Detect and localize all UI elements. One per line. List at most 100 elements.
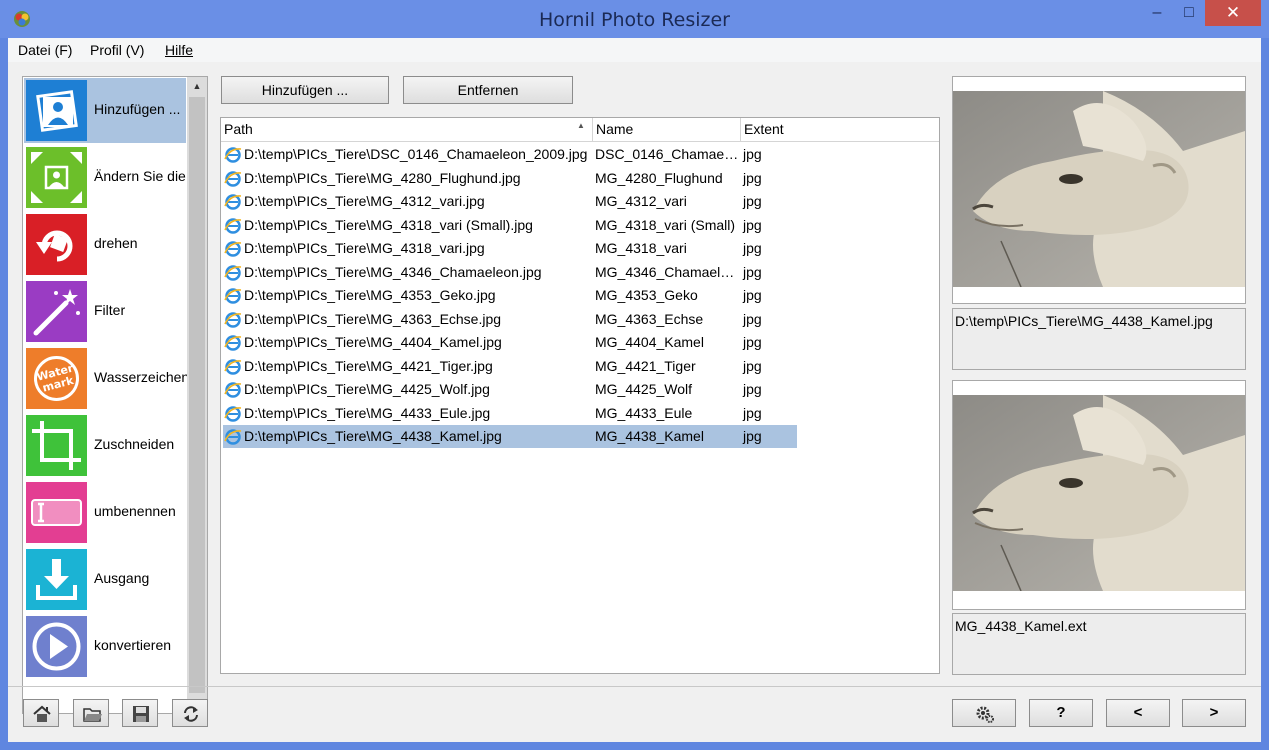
table-row[interactable]: D:\temp\PICs_Tiere\MG_4425_Wolf.jpg MG_44… — [221, 378, 939, 401]
nav-label: drehen — [94, 235, 138, 251]
play-icon — [26, 616, 87, 677]
gears-icon — [976, 706, 994, 723]
image-file-icon — [224, 288, 242, 304]
cell-path: D:\temp\PICs_Tiere\MG_4433_Eule.jpg — [244, 404, 491, 421]
cell-name: MG_4404_Kamel — [595, 334, 704, 350]
cell-path: D:\temp\PICs_Tiere\MG_4438_Kamel.jpg — [244, 428, 502, 444]
image-file-icon — [224, 170, 242, 187]
cell-name: MG_4280_Flughund — [595, 169, 723, 186]
scroll-thumb[interactable] — [189, 97, 205, 693]
menu-hilfe[interactable]: Hilfe — [165, 42, 193, 58]
cell-extent: jpg — [743, 240, 762, 256]
nav-item-rename[interactable]: umbenennen — [24, 480, 186, 545]
list-header: Path ▲ Name Extent — [221, 118, 939, 142]
cell-name: MG_4318_vari (Small) — [595, 216, 736, 233]
cell-name: DSC_0146_Chamaeleon_2009 — [595, 146, 739, 162]
table-row[interactable]: D:\temp\PICs_Tiere\MG_4438_Kamel.jpg MG_4… — [221, 425, 939, 448]
cell-name: MG_4318_vari — [595, 240, 687, 256]
source-preview — [952, 76, 1246, 304]
watermark-icon: Water mark — [26, 348, 87, 409]
save-icon — [133, 706, 149, 722]
table-row[interactable]: D:\temp\PICs_Tiere\DSC_0146_Chamaeleon_2… — [221, 143, 939, 166]
column-header-path[interactable]: Path — [224, 121, 253, 137]
home-button[interactable] — [23, 699, 59, 727]
output-preview — [952, 380, 1246, 610]
nav-item-convert[interactable]: konvertieren — [24, 614, 186, 679]
cell-extent: jpg — [743, 310, 762, 327]
cell-extent: jpg — [743, 169, 762, 186]
nav-item-output[interactable]: Ausgang — [24, 547, 186, 612]
settings-button[interactable] — [952, 699, 1016, 727]
nav-item-filter[interactable]: Filter — [24, 279, 186, 344]
table-row[interactable]: D:\temp\PICs_Tiere\MG_4280_Flughund.jpg M… — [221, 167, 939, 190]
column-header-extent[interactable]: Extent — [744, 121, 784, 137]
open-folder-icon — [83, 708, 102, 722]
table-row[interactable]: D:\temp\PICs_Tiere\MG_4421_Tiger.jpg MG_4… — [221, 355, 939, 378]
cell-extent: jpg — [743, 263, 762, 280]
add-files-button[interactable]: Hinzufügen ... — [221, 76, 389, 104]
minimize-button[interactable]: – — [1140, 0, 1174, 26]
cell-path: D:\temp\PICs_Tiere\MG_4421_Tiger.jpg — [244, 357, 493, 374]
image-file-icon — [224, 405, 242, 422]
maximize-button[interactable]: □ — [1174, 0, 1204, 26]
cell-extent: jpg — [743, 146, 762, 162]
refresh-button[interactable] — [172, 699, 208, 727]
save-button[interactable] — [122, 699, 158, 727]
previous-button[interactable]: < — [1106, 699, 1170, 727]
nav-item-add[interactable]: Hinzufügen ... — [24, 78, 186, 143]
cell-path: D:\temp\PICs_Tiere\MG_4404_Kamel.jpg — [244, 334, 502, 350]
column-divider[interactable] — [592, 118, 593, 142]
output-name-caption: MG_4438_Kamel.ext — [952, 613, 1246, 675]
cell-extent: jpg — [743, 428, 762, 444]
cell-extent: jpg — [743, 381, 762, 397]
cell-extent: jpg — [743, 357, 762, 374]
cell-name: MG_4433_Eule — [595, 404, 693, 421]
camel-photo — [953, 395, 1245, 591]
resize-icon — [26, 147, 87, 208]
nav-scrollbar[interactable]: ▲ ▼ — [187, 77, 207, 713]
image-file-icon — [224, 382, 242, 398]
next-button[interactable]: > — [1182, 699, 1246, 727]
table-row[interactable]: D:\temp\PICs_Tiere\MG_4404_Kamel.jpg MG_4… — [221, 331, 939, 354]
remove-files-button[interactable]: Entfernen — [403, 76, 573, 104]
table-row[interactable]: D:\temp\PICs_Tiere\MG_4363_Echse.jpg MG_4… — [221, 308, 939, 331]
divider — [8, 686, 1261, 687]
table-row[interactable]: D:\temp\PICs_Tiere\MG_4433_Eule.jpg MG_44… — [221, 402, 939, 425]
source-path-caption: D:\temp\PICs_Tiere\MG_4438_Kamel.jpg — [952, 308, 1246, 370]
cell-path: D:\temp\PICs_Tiere\MG_4363_Echse.jpg — [244, 310, 502, 327]
cell-extent: jpg — [743, 334, 762, 350]
cell-name: MG_4312_vari — [595, 193, 687, 209]
rename-icon — [26, 482, 87, 543]
cell-extent: jpg — [743, 193, 762, 209]
crop-icon — [26, 415, 87, 476]
close-button[interactable]: ✕ — [1205, 0, 1261, 26]
nav-label: Zuschneiden — [94, 436, 175, 452]
table-row[interactable]: D:\temp\PICs_Tiere\MG_4312_vari.jpg MG_43… — [221, 190, 939, 213]
nav-item-resize[interactable]: Ändern Sie die — [24, 145, 186, 210]
cell-path: D:\temp\PICs_Tiere\MG_4425_Wolf.jpg — [244, 381, 490, 397]
cell-name: MG_4346_Chamaeleon — [595, 263, 739, 280]
cell-extent: jpg — [743, 287, 762, 303]
cell-path: D:\temp\PICs_Tiere\MG_4312_vari.jpg — [244, 193, 485, 209]
column-header-name[interactable]: Name — [596, 121, 633, 137]
image-file-icon — [224, 264, 242, 281]
open-button[interactable] — [73, 699, 109, 727]
client-area: Datei (F) Profil (V) Hilfe Hinzufügen ..… — [8, 38, 1261, 742]
table-row[interactable]: D:\temp\PICs_Tiere\MG_4353_Geko.jpg MG_43… — [221, 284, 939, 307]
nav-item-watermark[interactable]: Water mark Wasserzeichen — [24, 346, 189, 411]
help-button[interactable]: ? — [1029, 699, 1093, 727]
table-row[interactable]: D:\temp\PICs_Tiere\MG_4346_Chamaeleon.jp… — [221, 261, 939, 284]
nav-item-crop[interactable]: Zuschneiden — [24, 413, 186, 478]
table-row[interactable]: D:\temp\PICs_Tiere\MG_4318_vari.jpg MG_43… — [221, 237, 939, 260]
nav-label: Filter — [94, 302, 126, 318]
step-navigation: Hinzufügen ... Ändern Sie die drehen Fil… — [22, 76, 208, 714]
table-row[interactable]: D:\temp\PICs_Tiere\MG_4318_vari (Small).… — [221, 214, 939, 237]
menu-profil[interactable]: Profil (V) — [90, 42, 144, 58]
scroll-up-icon[interactable]: ▲ — [187, 81, 207, 91]
cell-path: D:\temp\PICs_Tiere\MG_4318_vari (Small).… — [244, 216, 533, 233]
column-divider[interactable] — [740, 118, 741, 142]
nav-item-rotate[interactable]: drehen — [24, 212, 186, 277]
add-photo-icon — [26, 80, 87, 141]
menu-datei[interactable]: Datei (F) — [18, 42, 72, 58]
image-file-icon — [224, 335, 242, 351]
